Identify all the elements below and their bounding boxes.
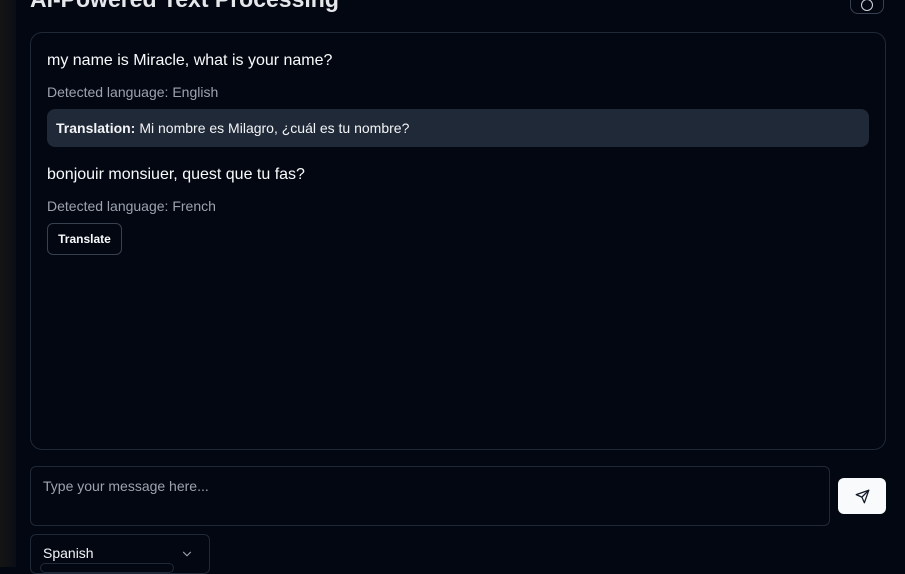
page-title: AI-Powered Text Processing <box>30 0 339 13</box>
chat-panel: my name is Miracle, what is your name? D… <box>30 32 886 450</box>
detected-language: Detected language: English <box>47 84 219 100</box>
detected-language: Detected language: French <box>47 198 216 214</box>
language-select-value: Spanish <box>43 545 94 561</box>
send-button[interactable] <box>838 478 886 514</box>
chevron-down-icon <box>182 551 192 557</box>
translation-box: Translation: Mi nombre es Milagro, ¿cuál… <box>47 109 869 147</box>
message-text: bonjouir monsiuer, quest que tu fas? <box>47 166 305 183</box>
translation-text: Mi nombre es Milagro, ¿cuál es tu nombre… <box>139 120 410 136</box>
refresh-icon <box>861 0 873 11</box>
send-icon <box>855 489 870 504</box>
left-edge-shadow <box>0 0 16 567</box>
translate-button[interactable]: Translate <box>47 223 122 255</box>
refresh-button[interactable] <box>850 0 884 14</box>
message-text: my name is Miracle, what is your name? <box>47 52 333 69</box>
message-input[interactable] <box>30 466 830 526</box>
app-page: AI-Powered Text Processing my name is Mi… <box>16 0 905 574</box>
secondary-select[interactable] <box>40 563 174 573</box>
translation-label: Translation: <box>56 120 136 136</box>
